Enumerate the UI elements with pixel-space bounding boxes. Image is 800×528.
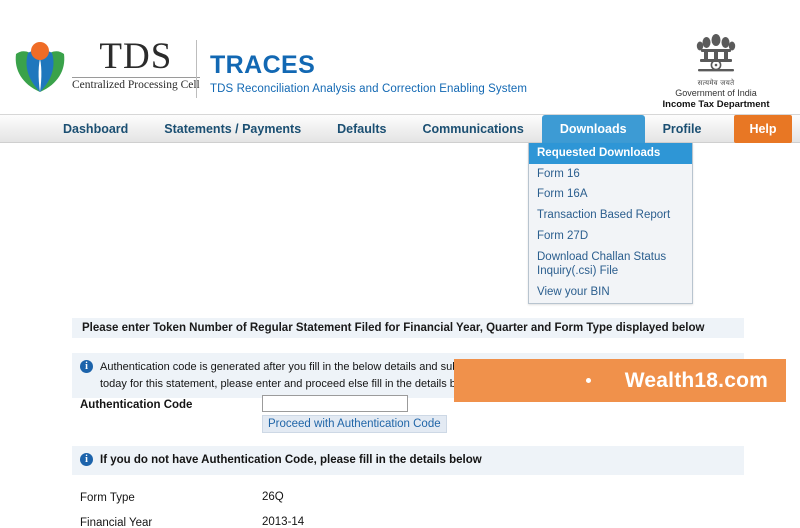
tds-word: TDS — [99, 36, 173, 78]
watermark-bullet-icon — [585, 378, 591, 383]
nav-item-downloads[interactable]: Downloads — [541, 115, 645, 143]
form-type-label: Form Type — [80, 492, 135, 504]
tds-wordmark: TDS Centralized Processing Cell — [72, 36, 200, 91]
ashoka-emblem-icon — [646, 32, 786, 79]
tds-subtitle: Centralized Processing Cell — [72, 76, 200, 91]
nav-item-statements-payments[interactable]: Statements / Payments — [146, 115, 319, 143]
help-button[interactable]: Help — [734, 115, 792, 143]
site-header: TDS Centralized Processing Cell TRACES T… — [0, 0, 800, 115]
page-heading-bar: Please enter Token Number of Regular Sta… — [72, 318, 744, 338]
app-subtitle: TDS Reconciliation Analysis and Correcti… — [210, 83, 528, 96]
menu-item-form-16a[interactable]: Form 16A — [529, 184, 692, 205]
menu-item-form-16[interactable]: Form 16 — [529, 164, 692, 185]
nav-item-communications[interactable]: Communications — [404, 115, 541, 143]
watermark-text: Wealth18.com — [624, 368, 768, 392]
authentication-code-label: Authentication Code — [80, 399, 193, 411]
nav-item-dashboard[interactable]: Dashboard — [45, 115, 146, 143]
downloads-dropdown-menu[interactable]: Requested Downloads Form 16 Form 16A Tra… — [528, 143, 693, 304]
no-auth-code-info-text: If you do not have Authentication Code, … — [100, 454, 482, 466]
proceed-with-authentication-code-button[interactable]: Proceed with Authentication Code — [262, 415, 447, 433]
emblem-motto: सत्यमेव जयते — [697, 80, 735, 87]
no-auth-code-info-banner: i If you do not have Authentication Code… — [72, 446, 744, 476]
menu-item-transaction-based-report[interactable]: Transaction Based Report — [529, 205, 692, 226]
nav-item-defaults[interactable]: Defaults — [319, 115, 404, 143]
financial-year-label: Financial Year — [80, 517, 153, 528]
form-type-value: 26Q — [262, 491, 284, 503]
header-divider — [196, 40, 197, 98]
page-title: Please enter Token Number of Regular Sta… — [82, 322, 705, 334]
nav-items: Dashboard Statements / Payments Defaults… — [0, 115, 800, 143]
menu-item-download-challan-status-inquiry[interactable]: Download Challan Status Inquiry(.csi) Fi… — [529, 247, 692, 282]
traces-branding: TRACES TDS Reconciliation Analysis and C… — [210, 51, 528, 96]
authentication-code-input[interactable] — [262, 395, 408, 412]
menu-item-form-27d[interactable]: Form 27D — [529, 226, 692, 247]
tds-lotus-icon — [12, 36, 68, 94]
emblem-government-line: Government of India — [675, 88, 757, 98]
financial-year-value: 2013-14 — [262, 516, 305, 528]
info-icon: i — [80, 360, 93, 373]
wealth18-watermark: Wealth18.com — [454, 359, 786, 402]
emblem-department-line: Income Tax Department — [662, 99, 770, 111]
info-icon-2: i — [80, 453, 93, 466]
traces-page: TDS Centralized Processing Cell TRACES T… — [0, 0, 800, 528]
main-navigation: Dashboard Statements / Payments Defaults… — [0, 115, 800, 143]
government-emblem-block: सत्यमेव जयते Government of India Income … — [646, 32, 786, 112]
nav-item-profile[interactable]: Profile — [645, 115, 720, 143]
app-title: TRACES — [210, 51, 316, 79]
menu-item-view-your-bin[interactable]: View your BIN — [529, 282, 692, 303]
menu-item-requested-downloads[interactable]: Requested Downloads — [529, 143, 692, 164]
tds-logo[interactable]: TDS Centralized Processing Cell — [12, 36, 200, 94]
